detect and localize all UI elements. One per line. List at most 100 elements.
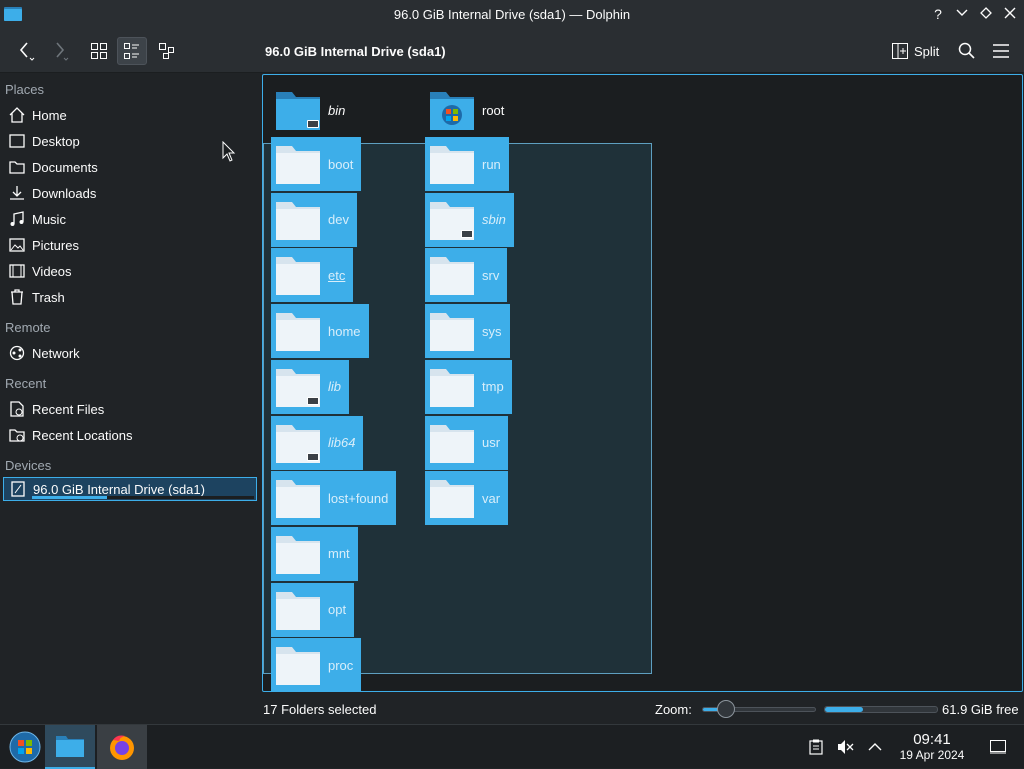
folder-item[interactable]: sbin (425, 192, 514, 247)
free-space-bar (824, 706, 938, 713)
folder-item[interactable]: opt (271, 582, 355, 637)
details-view-button[interactable] (152, 37, 182, 65)
clipboard-icon[interactable] (806, 737, 826, 757)
documents-icon (8, 158, 26, 176)
folder-item[interactable]: mnt (271, 526, 358, 581)
place-downloads[interactable]: Downloads (3, 181, 257, 205)
folder-name: var (482, 490, 501, 506)
places-header: Places (5, 82, 45, 97)
place-label: Trash (32, 289, 65, 305)
system-tray-expand-icon[interactable] (865, 737, 885, 757)
folder-name: run (482, 156, 501, 172)
free-space-label: 61.9 GiB free (942, 702, 1019, 717)
folder-item[interactable]: bin (271, 83, 353, 137)
folder-icon (274, 476, 322, 520)
menu-button[interactable] (986, 37, 1016, 65)
folder-item[interactable]: etc (271, 248, 354, 303)
place-documents[interactable]: Documents (3, 155, 257, 179)
drive-icon (9, 480, 27, 498)
folder-item[interactable]: boot (271, 137, 362, 191)
folder-icon (56, 736, 84, 757)
clock[interactable]: 09:41 19 Apr 2024 (890, 731, 974, 762)
folder-item[interactable]: home (271, 304, 369, 359)
place-music[interactable]: Music (3, 207, 257, 231)
symlink-icon (307, 120, 319, 128)
place-trash[interactable]: Trash (3, 285, 257, 309)
place-home[interactable]: Home (3, 103, 257, 127)
place-network[interactable]: Network (3, 341, 257, 365)
folder-item[interactable]: srv (425, 248, 508, 303)
icons-view-button[interactable] (84, 37, 114, 65)
pictures-icon (8, 236, 26, 254)
folder-name: tmp (482, 379, 504, 395)
split-label: Split (914, 43, 940, 59)
location-label[interactable]: 96.0 GiB Internal Drive (sda1) (265, 44, 446, 59)
place-label: Music (32, 211, 66, 227)
folder-name: mnt (328, 546, 350, 562)
taskbar-dolphin[interactable] (45, 725, 95, 769)
folder-item[interactable]: tmp (425, 359, 512, 414)
clock-date: 19 Apr 2024 (899, 748, 965, 762)
volume-muted-icon[interactable] (836, 737, 856, 757)
folder-icon (274, 198, 322, 242)
place-desktop[interactable]: Desktop (3, 129, 257, 153)
folder-icon (428, 365, 476, 409)
folder-icon (274, 309, 322, 353)
mouse-cursor-icon (222, 141, 236, 162)
taskbar: 09:41 19 Apr 2024 (0, 724, 1024, 769)
folder-name: dev (328, 212, 349, 228)
folder-item[interactable]: usr (425, 415, 509, 470)
folder-item[interactable]: lib64 (271, 415, 364, 470)
compact-view-button[interactable] (117, 37, 147, 65)
folder-name: lib (328, 379, 342, 395)
recent-locations-icon (8, 426, 26, 444)
remote-header: Remote (5, 320, 51, 335)
close-button[interactable] (1001, 5, 1019, 23)
forward-button[interactable] (44, 37, 74, 65)
place-pictures[interactable]: Pictures (3, 233, 257, 257)
music-icon (8, 210, 26, 228)
place-label: Downloads (32, 185, 97, 201)
split-button[interactable]: Split (886, 37, 945, 65)
place-videos[interactable]: Videos (3, 259, 257, 283)
folder-item[interactable]: proc (271, 638, 362, 691)
title-bar: 96.0 GiB Internal Drive (sda1) — Dolphin… (0, 0, 1024, 29)
folder-item[interactable]: var (425, 471, 509, 526)
symlink-icon (461, 229, 473, 238)
folder-item[interactable]: lib (271, 359, 350, 414)
search-icon (958, 42, 975, 59)
show-desktop-button[interactable] (988, 737, 1008, 757)
maximize-button[interactable] (977, 5, 995, 23)
folder-icon (274, 142, 322, 186)
folder-name: root (482, 102, 505, 118)
folder-name: lost+found (328, 490, 389, 506)
folder-item[interactable]: run (425, 137, 509, 191)
place-label: Recent Files (32, 401, 105, 417)
folder-icon (428, 476, 476, 520)
place-label: Recent Locations (32, 427, 133, 443)
folder-name: opt (328, 602, 347, 618)
taskbar-firefox[interactable] (97, 725, 147, 769)
zoom-slider-handle[interactable] (717, 700, 735, 718)
folder-item[interactable]: root (425, 83, 512, 137)
zoom-label: Zoom: (655, 702, 692, 717)
place-recent-files[interactable]: Recent Files (3, 397, 257, 421)
back-button[interactable] (10, 37, 40, 65)
folder-item[interactable]: sys (425, 304, 510, 359)
device-capacity-bar (32, 496, 254, 499)
start-menu-button[interactable] (0, 725, 50, 769)
folder-icon (428, 253, 476, 297)
folder-item[interactable]: dev (271, 192, 357, 247)
trash-icon (8, 288, 26, 306)
search-button[interactable] (952, 37, 982, 65)
download-icon (8, 184, 26, 202)
help-icon[interactable]: ? (929, 5, 947, 23)
folder-name: srv (482, 267, 500, 283)
minimize-button[interactable] (953, 5, 971, 23)
folder-name: proc (328, 657, 354, 673)
place-recent-locations[interactable]: Recent Locations (3, 423, 257, 447)
folder-name: home (328, 323, 361, 339)
folder-item[interactable]: lost+found (271, 471, 397, 526)
folder-name: bin (328, 102, 346, 118)
file-view[interactable]: bin boot dev etc home lib lib64 lost+found mnt op… (262, 74, 1023, 692)
